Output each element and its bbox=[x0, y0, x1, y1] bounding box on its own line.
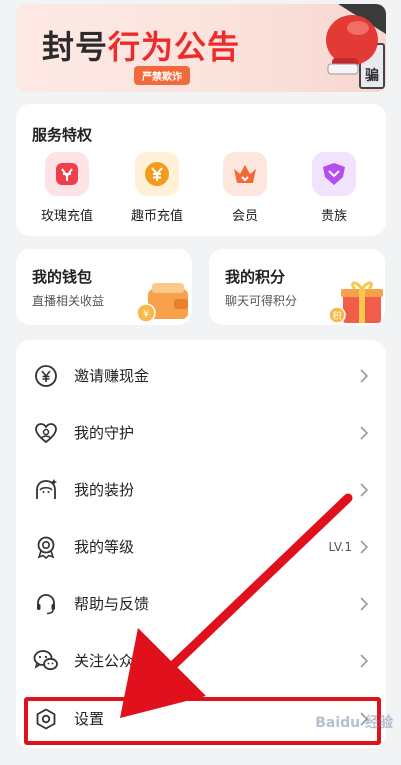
noble-shield-icon bbox=[312, 152, 356, 196]
menu-item-my-level[interactable]: 我的等级 LV.1 bbox=[16, 518, 386, 575]
chevron-right-icon bbox=[360, 482, 370, 497]
menu-list-card: 邀请赚现金 我的守护 我的装扮 我的等级 LV.1 帮助与反馈 关注公众号 设置 bbox=[16, 340, 386, 748]
dress-up-icon bbox=[32, 476, 60, 504]
level-medal-icon bbox=[32, 533, 60, 561]
wechat-icon bbox=[32, 647, 60, 675]
rose-recharge-item[interactable]: 玫瑰充值 bbox=[29, 152, 105, 224]
noble-label: 贵族 bbox=[320, 209, 347, 224]
menu-label-help-feedback: 帮助与反馈 bbox=[74, 595, 150, 613]
menu-label-dress-up: 我的装扮 bbox=[74, 481, 135, 499]
chevron-right-icon bbox=[360, 596, 370, 611]
rose-recharge-label: 玫瑰充值 bbox=[40, 209, 93, 224]
points-title: 我的积分 bbox=[225, 268, 286, 286]
coin-icon bbox=[135, 152, 179, 196]
gift-box-icon: 积 bbox=[328, 281, 383, 324]
services-card: 服务特权 玫瑰充值 趣币充值 会员 贵族 bbox=[16, 104, 386, 236]
points-card[interactable]: 我的积分 聊天可得积分 积 bbox=[209, 249, 385, 325]
chevron-right-icon bbox=[360, 368, 370, 383]
menu-label-follow-official-account: 关注公众号 bbox=[74, 652, 150, 670]
headset-icon bbox=[32, 590, 60, 618]
svg-text:¥: ¥ bbox=[143, 309, 149, 320]
stamp-char: 骗 bbox=[365, 67, 379, 84]
menu-label-my-level: 我的等级 bbox=[74, 538, 135, 556]
coin-recharge-label: 趣币充值 bbox=[130, 209, 183, 224]
menu-item-follow-official-account[interactable]: 关注公众号 bbox=[16, 632, 386, 689]
menu-item-help-feedback[interactable]: 帮助与反馈 bbox=[16, 575, 386, 632]
menu-item-my-guard[interactable]: 我的守护 bbox=[16, 404, 386, 461]
level-value: LV.1 bbox=[328, 539, 352, 554]
banner-badge: 严禁欺诈 bbox=[134, 66, 190, 85]
points-subtitle: 聊天可得积分 bbox=[225, 294, 298, 308]
chevron-right-icon bbox=[360, 425, 370, 440]
wallet-title: 我的钱包 bbox=[32, 268, 93, 286]
menu-item-invite-cash[interactable]: 邀请赚现金 bbox=[16, 347, 386, 404]
announcement-banner[interactable]: 封号行为公告 严禁欺诈 骗 bbox=[16, 4, 386, 92]
membership-label: 会员 bbox=[231, 209, 258, 224]
svg-text:积: 积 bbox=[332, 310, 341, 322]
noble-item[interactable]: 贵族 bbox=[296, 152, 372, 224]
coin-recharge-item[interactable]: 趣币充值 bbox=[119, 152, 195, 224]
menu-label-invite-cash: 邀请赚现金 bbox=[74, 367, 150, 385]
crown-icon bbox=[223, 152, 267, 196]
banner-title-dark: 封号 bbox=[42, 28, 109, 66]
menu-item-dress-up[interactable]: 我的装扮 bbox=[16, 461, 386, 518]
rose-icon bbox=[45, 152, 89, 196]
banner-title: 封号行为公告 bbox=[42, 22, 240, 68]
services-title: 服务特权 bbox=[32, 126, 93, 144]
menu-label-my-guard: 我的守护 bbox=[74, 424, 135, 442]
chevron-right-icon bbox=[360, 653, 370, 668]
yuan-icon bbox=[32, 362, 60, 390]
watermark-text: Baidu 经验 bbox=[315, 715, 393, 731]
wallet-icon: ¥ bbox=[136, 283, 188, 323]
boxing-glove-icon: 骗 bbox=[276, 4, 386, 89]
chevron-right-icon bbox=[360, 539, 370, 554]
wallet-card[interactable]: 我的钱包 直播相关收益 ¥ bbox=[16, 249, 192, 325]
membership-item[interactable]: 会员 bbox=[207, 152, 283, 224]
banner-title-red: 行为公告 bbox=[108, 28, 241, 66]
wallet-subtitle: 直播相关收益 bbox=[32, 294, 105, 308]
heart-guard-icon bbox=[32, 419, 60, 447]
